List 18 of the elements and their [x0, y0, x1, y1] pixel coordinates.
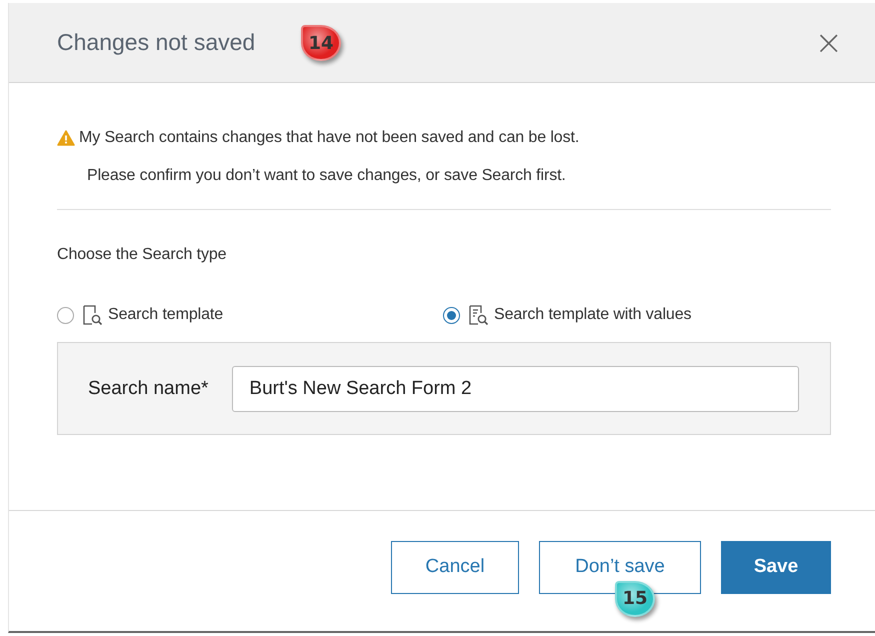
- warning-detail: Please confirm you don’t want to save changes, or save Search first.: [87, 167, 567, 185]
- callout-badge: 14: [301, 25, 341, 61]
- search-name-field[interactable]: Burt's New Search Form 2: [232, 366, 799, 412]
- warning-message: My Search contains changes that have not been saved and can be lost.: [79, 129, 580, 147]
- dialog-title: Changes not saved: [57, 29, 256, 56]
- radio-button[interactable]: [443, 306, 460, 324]
- field-label: Search name*: [88, 378, 208, 400]
- document-search-list-icon: [468, 304, 490, 326]
- radio-label[interactable]: Search template with values: [494, 306, 692, 324]
- save-button[interactable]: Save: [721, 540, 831, 594]
- dialog-button[interactable]: Cancel: [391, 540, 519, 594]
- section-label: Choose the Search type: [57, 246, 228, 264]
- radio-button[interactable]: [57, 306, 74, 324]
- close-button[interactable]: ×: [810, 26, 847, 60]
- warning-icon: [57, 130, 75, 146]
- radio-label[interactable]: Search template: [108, 306, 224, 324]
- document-search-icon: [82, 304, 104, 326]
- callout-badge: 15: [615, 580, 655, 616]
